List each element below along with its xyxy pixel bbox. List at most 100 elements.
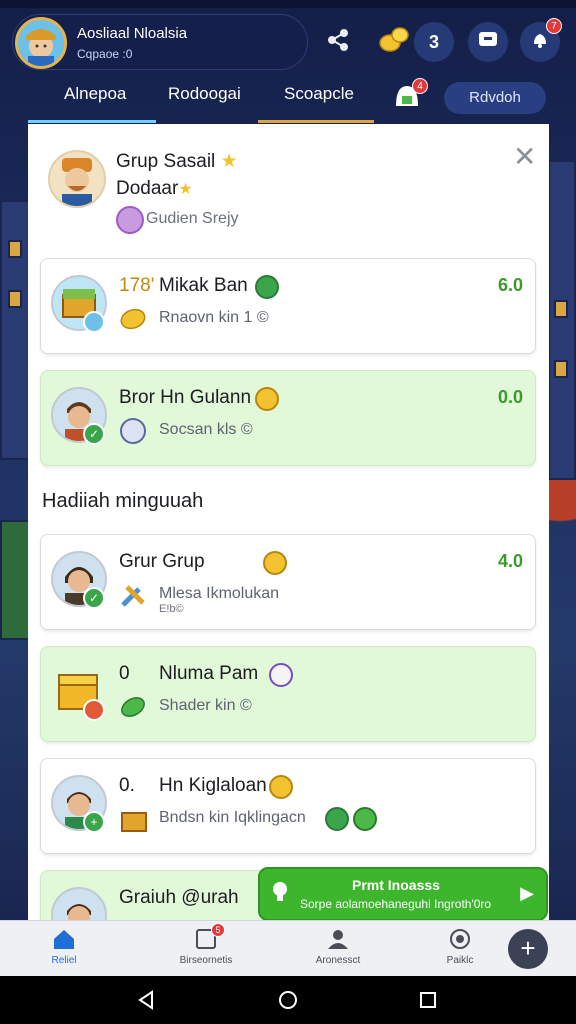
item-prefix: 178' xyxy=(119,275,155,296)
bell-icon xyxy=(530,30,550,55)
group-header: Grup Sasail ★ Dodaar★ Gudien Srejy xyxy=(48,146,508,246)
item-prefix: 0. xyxy=(119,775,135,796)
status-badge: ✓ xyxy=(83,587,105,609)
nav-inbox-label: Birseornetis xyxy=(179,955,233,966)
leaf-icon xyxy=(119,693,147,721)
chat-icon xyxy=(477,30,499,55)
item-subtitle: Socsan kls © xyxy=(159,421,253,438)
header: Aosliaal Nloalsia Cqpaoe :0 3 7 xyxy=(0,8,576,76)
recents-square-icon xyxy=(418,992,438,1014)
system-navigation-bar xyxy=(0,976,576,1024)
group-title-line2: Dodaar★ xyxy=(116,178,193,199)
nav-profile-label: Paiklc xyxy=(446,955,474,966)
nav-home-label: Reliel xyxy=(51,955,77,966)
ghost-gift-icon xyxy=(392,86,422,114)
tab-2[interactable]: Rodoogai xyxy=(168,84,241,104)
profile-pill[interactable]: Aosliaal Nloalsia Cqpaoe :0 xyxy=(12,14,308,70)
status-badge: ✓ xyxy=(83,423,105,445)
status-bar xyxy=(0,0,576,8)
plus-icon: + xyxy=(520,933,536,963)
back-triangle-icon xyxy=(136,990,156,1014)
list-item[interactable]: ✓ Grur Grup Mlesa Ikmolukan E!b© 4.0 xyxy=(40,534,536,630)
section-title: Hadiiah minguuah xyxy=(42,490,204,512)
item-title: Hn Kiglaloan xyxy=(159,775,267,796)
bottom-navigation: Reliel 5 Birseornetis Aronessct Paiklc + xyxy=(0,920,576,976)
list-item[interactable]: ✓ Bror Hn Gulann Socsan kls © 0.0 xyxy=(40,370,536,466)
close-button[interactable]: ✕ xyxy=(513,143,536,171)
number-three-icon: 3 xyxy=(428,31,439,52)
item-subtitle-secondary: E!b© xyxy=(159,603,184,615)
add-button[interactable]: + xyxy=(508,929,548,969)
list-item[interactable]: + 0. Hn Kiglaloan Bndsn kin Iqklingacn xyxy=(40,758,536,854)
gold-medal-icon xyxy=(263,551,287,575)
nav-home[interactable]: Reliel xyxy=(14,927,114,966)
person-icon xyxy=(325,927,351,951)
star-icon: ★ xyxy=(178,181,193,198)
share-button[interactable] xyxy=(318,22,358,62)
share-icon xyxy=(326,28,350,57)
list-item[interactable]: 0 Nluma Pam Shader kin © xyxy=(40,646,536,742)
chest-icon xyxy=(119,805,147,833)
profile-name: Aosliaal Nloalsia xyxy=(77,25,188,42)
green-shield-icon xyxy=(255,275,279,299)
inbox-icon: 5 xyxy=(193,923,225,951)
coin-icon xyxy=(119,305,147,333)
item-value: 0.0 xyxy=(497,387,523,407)
star-icon: ★ xyxy=(220,151,238,172)
coins-button[interactable] xyxy=(374,22,414,62)
list-item[interactable]: 178' Mikak Ban Rnaovn kin 1 © 6.0 xyxy=(40,258,536,354)
back-button[interactable] xyxy=(136,990,156,1010)
nav-account-label: Aronessct xyxy=(315,955,361,966)
item-subtitle: Rnaovn kin 1 © xyxy=(159,309,269,326)
item-subtitle: Mlesa Ikmolukan xyxy=(159,585,280,602)
promo-toast[interactable]: Prmt Inoasss Sorpe aolamoehaneguhi Ingro… xyxy=(258,867,548,921)
lightbulb-icon xyxy=(272,881,288,903)
tools-icon xyxy=(119,581,147,609)
gold-medal-icon xyxy=(269,775,293,799)
tab-pill-button[interactable]: Rdvdoh xyxy=(444,82,546,114)
tab-active-indicator xyxy=(28,120,156,123)
item-subtitle: Shader kin © xyxy=(159,697,252,714)
item-title: Nluma Pam xyxy=(159,663,259,684)
smiley-icon xyxy=(269,663,293,687)
nav-profile[interactable]: Paiklc xyxy=(410,927,510,966)
item-value: 4.0 xyxy=(497,551,523,571)
leaf-icon xyxy=(353,807,377,831)
item-title: Mikak Ban xyxy=(159,275,248,296)
coins-icon xyxy=(378,25,410,60)
home-circle-icon xyxy=(278,991,298,1014)
gift-tab[interactable]: 4 xyxy=(392,78,428,114)
nav-inbox[interactable]: 5 Birseornetis xyxy=(156,923,256,966)
recents-button[interactable] xyxy=(418,990,438,1010)
item-title: Bror Hn Gulann xyxy=(119,387,252,408)
item-subtitle: Bndsn kin Iqklingacn xyxy=(159,809,306,826)
tab-3[interactable]: Scoapcle xyxy=(284,84,354,104)
mission-button[interactable]: 3 xyxy=(414,22,454,62)
toast-title: Prmt Inoasss xyxy=(352,877,440,893)
chat-button[interactable] xyxy=(468,22,508,62)
purple-emblem-icon xyxy=(116,206,144,234)
close-icon: ✕ xyxy=(513,141,537,172)
profile-subtitle: Cqpaoe :0 xyxy=(77,47,133,61)
tab-1[interactable]: Alnepoa xyxy=(64,84,126,104)
toast-subtitle: Sorpe aolamoehaneguhi Ingroth'0ro xyxy=(300,897,492,911)
group-title: Grup Sasail ★ xyxy=(116,151,238,172)
status-badge xyxy=(83,699,105,721)
item-title: Grur Grup xyxy=(119,551,205,572)
notifications-button[interactable]: 7 xyxy=(520,18,562,62)
item-value: 6.0 xyxy=(497,275,523,295)
status-badge: + xyxy=(83,811,105,833)
group-avatar xyxy=(48,150,106,208)
tab-bar: Alnepoa Rodoogai Scoapcle 4 Rdvdoh xyxy=(0,76,576,123)
green-shield-icon xyxy=(325,807,349,831)
nav-account[interactable]: Aronessct xyxy=(288,927,388,966)
notification-badge: 7 xyxy=(546,18,562,34)
gift-badge: 4 xyxy=(412,78,428,94)
emblem-icon xyxy=(119,417,147,445)
item-title: Graiuh @urah xyxy=(119,887,239,908)
chevron-right-icon: ▶ xyxy=(520,883,534,903)
avatar xyxy=(15,17,67,69)
home-button[interactable] xyxy=(278,990,298,1010)
status-badge xyxy=(83,311,105,333)
camera-icon xyxy=(447,927,473,951)
